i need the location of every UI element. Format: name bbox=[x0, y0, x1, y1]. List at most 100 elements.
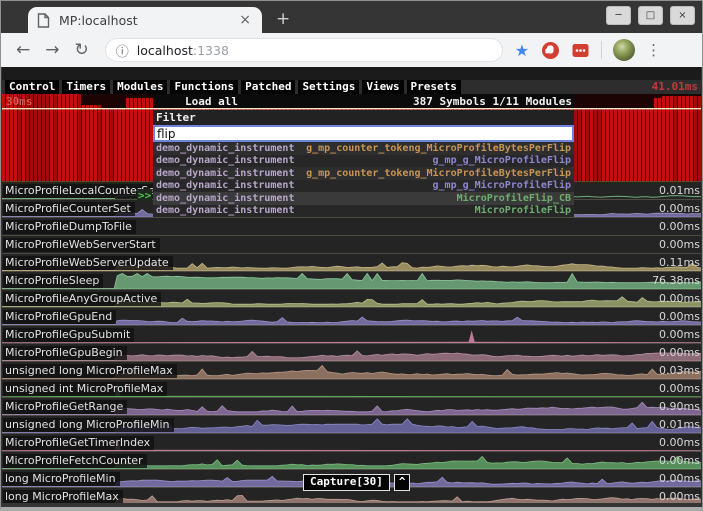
symbols-status: 387 Symbols 1/11 Modules bbox=[413, 95, 572, 108]
result-symbol-name: MicroProfileFlip bbox=[475, 205, 571, 216]
menu-item-views[interactable]: Views bbox=[362, 80, 403, 94]
result-module-name: demo_dynamic_instrument bbox=[156, 205, 294, 216]
timer-value: 0.11ms bbox=[659, 256, 700, 269]
timer-label[interactable]: long MicroProfileMin bbox=[3, 472, 120, 486]
page-favicon-icon bbox=[37, 13, 50, 28]
profile-avatar[interactable] bbox=[613, 39, 635, 61]
timer-label[interactable]: MicroProfileGpuBegin bbox=[3, 346, 127, 360]
timer-row: MicroProfileGetTimerIndex0.00ms bbox=[2, 433, 701, 451]
filter-label: Filter bbox=[153, 110, 574, 125]
timer-value: 0.00ms bbox=[659, 310, 700, 323]
timer-label[interactable]: MicroProfileGpuEnd bbox=[3, 310, 116, 324]
browser-menu-icon[interactable]: ⋮ bbox=[646, 41, 661, 59]
filter-result-row[interactable]: demo_dynamic_instrumentg_mp_g_MicroProfi… bbox=[153, 180, 574, 193]
menu-item-presets[interactable]: Presets bbox=[407, 80, 461, 94]
symbols-status-bar: Load all 387 Symbols 1/11 Modules bbox=[153, 94, 574, 108]
url-host: localhost bbox=[137, 43, 193, 58]
bookmark-star-icon[interactable]: ★ bbox=[515, 41, 529, 60]
new-tab-button[interactable]: + bbox=[276, 9, 290, 29]
timer-row: unsigned int MicroProfileMax 0.00ms bbox=[2, 379, 701, 397]
window-minimize-button[interactable]: ─ bbox=[606, 6, 631, 25]
timer-row: MicroProfileSleep76.38ms bbox=[2, 271, 701, 289]
result-module-name: demo_dynamic_instrument bbox=[156, 180, 294, 191]
timer-value: 0.00ms bbox=[659, 238, 700, 251]
timer-row: MicroProfileAnyGroupActive 0.00ms bbox=[2, 289, 701, 307]
load-all-button[interactable]: Load all bbox=[185, 95, 238, 108]
timer-label[interactable]: unsigned long MicroProfileMax bbox=[3, 364, 177, 378]
timer-label[interactable]: unsigned long MicroProfileMin bbox=[3, 418, 174, 432]
menu-item-functions[interactable]: Functions bbox=[170, 80, 238, 94]
timer-value: 0.00ms bbox=[659, 292, 700, 305]
timer-row: MicroProfileWebServerStart 0.00ms bbox=[2, 235, 701, 253]
result-symbol-name: g_mp_counter_tokeng_MicroProfileBytesPer… bbox=[306, 143, 571, 154]
window-controls: ─ □ × bbox=[606, 6, 695, 25]
timer-label[interactable]: MicroProfileGpuSubmit bbox=[3, 328, 134, 342]
timer-value: 0.00ms bbox=[659, 472, 700, 485]
timer-value: 0.00ms bbox=[659, 202, 700, 215]
menu-item-control[interactable]: Control bbox=[5, 80, 59, 94]
result-module-name: demo_dynamic_instrument bbox=[156, 155, 294, 166]
browser-tab[interactable]: MP:localhost × bbox=[28, 7, 262, 33]
result-symbol-name: MicroProfileFlip_CB bbox=[457, 193, 571, 204]
reload-button-icon[interactable]: ↻ bbox=[75, 42, 89, 59]
timer-label[interactable]: MicroProfileDumpToFile bbox=[3, 220, 136, 234]
menu-item-patched[interactable]: Patched bbox=[241, 80, 295, 94]
address-bar[interactable]: ⓘ localhost :1338 bbox=[105, 38, 503, 62]
window-close-button[interactable]: × bbox=[670, 6, 695, 25]
timer-value: 0.00ms bbox=[659, 328, 700, 341]
timer-label[interactable]: MicroProfileCounterSet bbox=[3, 202, 135, 216]
menu-item-timers[interactable]: Timers bbox=[62, 80, 110, 94]
filter-input[interactable] bbox=[153, 125, 574, 142]
timer-row: MicroProfileGpuBegin 0.00ms bbox=[2, 343, 701, 361]
filter-panel: Load all 387 Symbols 1/11 Modules Filter… bbox=[153, 94, 574, 217]
timer-row: MicroProfileGetRange0.90ms bbox=[2, 397, 701, 415]
profiler-menubar: ControlTimersModulesFunctionsPatchedSett… bbox=[2, 80, 701, 94]
timer-row: MicroProfileGpuSubmit 0.00ms bbox=[2, 325, 701, 343]
timer-row: MicroProfileGpuEnd 0.00ms bbox=[2, 307, 701, 325]
timer-label[interactable]: MicroProfileAnyGroupActive bbox=[3, 292, 161, 306]
menu-item-modules[interactable]: Modules bbox=[113, 80, 167, 94]
menu-item-settings[interactable]: Settings bbox=[298, 80, 359, 94]
timer-value: 0.00ms bbox=[659, 382, 700, 395]
timer-label[interactable]: MicroProfileSleep bbox=[3, 274, 103, 288]
tab-title: MP:localhost bbox=[59, 13, 237, 28]
timer-label[interactable]: long MicroProfileMax bbox=[3, 490, 123, 503]
filter-result-row[interactable]: demo_dynamic_instrument g_mp_counter_toke… bbox=[153, 142, 574, 155]
frame-time-readout: 41.01ms bbox=[652, 80, 698, 94]
window-maximize-button[interactable]: □ bbox=[638, 6, 663, 25]
site-info-icon[interactable]: ⓘ bbox=[116, 41, 129, 60]
timer-label[interactable]: MicroProfileGetRange bbox=[3, 400, 127, 414]
result-module-name: demo_dynamic_instrument bbox=[156, 193, 294, 204]
timer-row: unsigned long MicroProfileMax 0.03ms bbox=[2, 361, 701, 379]
url-port: :1338 bbox=[193, 43, 229, 58]
filter-result-row[interactable]: demo_dynamic_instrumentg_mp_counter_toke… bbox=[153, 167, 574, 180]
timer-value: 0.01ms bbox=[659, 418, 700, 431]
browser-window: MP:localhost × + ─ □ × ← → ↻ ⓘ localhost… bbox=[0, 0, 703, 511]
timer-value: 0.03ms bbox=[659, 364, 700, 377]
red-dots-extension-icon[interactable] bbox=[572, 43, 589, 58]
timer-label[interactable]: MicroProfileGetTimerIndex bbox=[3, 436, 154, 450]
forward-button-icon[interactable]: → bbox=[45, 42, 59, 59]
capture-button[interactable]: Capture[30] bbox=[303, 474, 390, 491]
timer-value: 0.00ms bbox=[659, 490, 700, 503]
filter-result-row[interactable]: demo_dynamic_instrument MicroProfileFlip bbox=[153, 205, 574, 218]
tab-close-icon[interactable]: × bbox=[237, 13, 253, 27]
timer-label[interactable]: unsigned int MicroProfileMax bbox=[3, 382, 167, 396]
result-module-name: demo_dynamic_instrument bbox=[156, 168, 294, 179]
selection-marker: >> bbox=[137, 189, 152, 202]
capture-toggle-button[interactable]: ^ bbox=[394, 474, 411, 491]
result-module-name: demo_dynamic_instrument bbox=[156, 143, 294, 154]
timer-row: MicroProfileDumpToFile0.00ms bbox=[2, 217, 701, 235]
timer-label[interactable]: MicroProfileFetchCounter bbox=[3, 454, 147, 468]
adblock-extension-icon[interactable] bbox=[541, 41, 560, 60]
timer-value: 0.00ms bbox=[659, 346, 700, 359]
threshold-label: 30ms bbox=[6, 95, 33, 108]
filter-result-row[interactable]: demo_dynamic_instrumentg_mp_g_MicroProfi… bbox=[153, 155, 574, 168]
timer-row: MicroProfileWebServerUpdate 0.11ms bbox=[2, 253, 701, 271]
filter-result-row[interactable]: demo_dynamic_instrument MicroProfileFlip_… bbox=[153, 192, 574, 205]
profiler-page: ControlTimersModulesFunctionsPatchedSett… bbox=[2, 67, 701, 503]
timer-label[interactable]: MicroProfileWebServerUpdate bbox=[3, 256, 173, 270]
timer-label[interactable]: MicroProfileWebServerStart bbox=[3, 238, 160, 252]
timer-row-list: MicroProfileLocalCounterSetAtomic0.01msM… bbox=[2, 181, 701, 503]
back-button-icon[interactable]: ← bbox=[16, 42, 30, 59]
